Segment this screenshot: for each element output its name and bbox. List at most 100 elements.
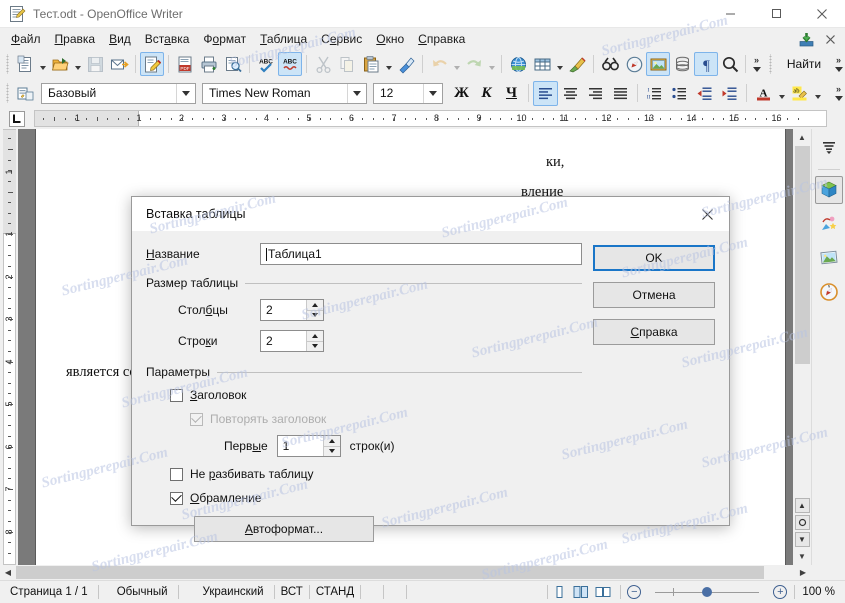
horizontal-scroll-thumb[interactable] — [16, 566, 764, 579]
apply-style-icon[interactable] — [13, 81, 37, 105]
toolbar-overflow-icon[interactable]: » — [750, 51, 763, 77]
sidebar-properties-icon[interactable] — [814, 176, 843, 204]
menu-table[interactable]: Таблица — [253, 30, 314, 48]
multi-page-view-icon[interactable] — [570, 583, 592, 601]
export-pdf-icon[interactable]: PDF — [173, 52, 197, 76]
undo-icon[interactable] — [427, 52, 451, 76]
scroll-left-button[interactable]: ◀ — [0, 566, 16, 580]
increase-indent-icon[interactable] — [717, 81, 742, 106]
font-size-dropdown-icon[interactable] — [423, 83, 442, 103]
vertical-ruler[interactable]: 112345678 — [0, 129, 18, 565]
font-name-dropdown-icon[interactable] — [347, 83, 366, 103]
open-document-dropdown-icon[interactable] — [72, 52, 83, 76]
save-document-icon[interactable] — [83, 52, 107, 76]
scroll-right-button[interactable]: ▶ — [795, 566, 811, 580]
first-rows-stepper[interactable]: 1 — [276, 435, 341, 457]
insert-image-icon[interactable] — [646, 52, 670, 76]
tab-stop-selector[interactable] — [0, 108, 34, 129]
zoom-slider[interactable] — [647, 583, 767, 601]
email-document-icon[interactable] — [107, 52, 131, 76]
font-color-dropdown-icon[interactable] — [776, 81, 787, 105]
data-sources-icon[interactable] — [670, 52, 694, 76]
minimize-button[interactable] — [707, 0, 753, 28]
menu-edit[interactable]: Правка — [48, 30, 103, 48]
dont-split-checkbox[interactable] — [170, 467, 183, 481]
previous-page-button[interactable]: ▲ — [794, 498, 810, 513]
find-replace-icon[interactable] — [598, 52, 622, 76]
paragraph-style-combo[interactable]: Базовый — [41, 82, 196, 104]
vertical-scroll-track[interactable] — [793, 146, 811, 497]
menu-insert[interactable]: Вставка — [138, 30, 197, 48]
horizontal-scrollbar[interactable]: ◀ ▶ — [0, 565, 845, 580]
autospellcheck-icon[interactable]: ABC — [278, 52, 302, 76]
font-size-combo[interactable]: 12 — [373, 82, 443, 104]
clone-formatting-icon[interactable] — [394, 52, 418, 76]
first-rows-increment-button[interactable] — [323, 436, 340, 447]
maximize-button[interactable] — [753, 0, 799, 28]
rows-decrement-button[interactable] — [307, 341, 323, 351]
save-document-indicator-icon[interactable] — [795, 29, 817, 49]
table-name-input[interactable]: Таблица1 — [260, 243, 582, 265]
border-checkbox-row[interactable]: Обрамление — [170, 491, 582, 505]
edit-mode-icon[interactable] — [140, 52, 164, 76]
underline-button[interactable]: Ч — [499, 81, 524, 106]
spelling-icon[interactable]: ABC — [254, 52, 278, 76]
status-document-modified[interactable] — [361, 581, 383, 603]
sidebar-gallery-icon[interactable] — [815, 244, 843, 272]
unordered-list-icon[interactable] — [667, 81, 692, 106]
zoom-icon[interactable] — [718, 52, 742, 76]
menu-format[interactable]: Формат — [196, 30, 253, 48]
close-document-button[interactable] — [819, 29, 841, 49]
scroll-down-button[interactable]: ▼ — [794, 548, 811, 565]
paste-dropdown-icon[interactable] — [383, 52, 394, 76]
insert-table-icon[interactable] — [530, 52, 554, 76]
navigator-icon[interactable] — [622, 52, 646, 76]
zoom-out-button[interactable]: − — [627, 585, 642, 599]
italic-button[interactable]: К — [474, 81, 499, 106]
hyperlink-icon[interactable] — [506, 52, 530, 76]
dialog-close-icon[interactable] — [685, 197, 729, 231]
print-icon[interactable] — [197, 52, 221, 76]
status-zoom-level[interactable]: 100 % — [802, 581, 845, 603]
rows-stepper[interactable]: 2 — [260, 330, 324, 352]
redo-dropdown-icon[interactable] — [486, 52, 497, 76]
heading-checkbox-row[interactable]: Заголовок — [170, 388, 582, 402]
align-right-icon[interactable] — [583, 81, 608, 106]
paste-icon[interactable] — [359, 52, 383, 76]
book-view-icon[interactable] — [592, 583, 614, 601]
scroll-up-button[interactable]: ▲ — [794, 129, 811, 146]
border-checkbox[interactable] — [170, 491, 183, 505]
horizontal-ruler[interactable]: 112345678910111213141516 — [34, 110, 827, 127]
ok-button[interactable]: OK — [593, 245, 715, 271]
help-button[interactable]: Справка — [593, 319, 715, 345]
copy-icon[interactable] — [335, 52, 359, 76]
single-page-view-icon[interactable] — [548, 583, 570, 601]
navigation-target-button[interactable] — [794, 515, 810, 530]
columns-stepper[interactable]: 2 — [260, 299, 324, 321]
find-toolbar-overflow-icon[interactable]: » — [832, 51, 845, 77]
formatting-marks-icon[interactable]: ¶ — [694, 52, 718, 76]
sidebar-styles-icon[interactable] — [815, 210, 843, 238]
print-preview-icon[interactable] — [221, 52, 245, 76]
redo-icon[interactable] — [462, 52, 486, 76]
undo-dropdown-icon[interactable] — [451, 52, 462, 76]
vertical-scrollbar[interactable]: ▲ ▲ ▼ ▼ — [793, 129, 811, 565]
menu-help[interactable]: Справка — [411, 30, 472, 48]
menu-file[interactable]: ФФайлайл — [4, 30, 48, 48]
align-left-icon[interactable] — [533, 80, 558, 106]
align-justify-icon[interactable] — [608, 81, 633, 106]
formatting-overflow-icon[interactable]: » — [832, 80, 845, 106]
align-center-icon[interactable] — [558, 81, 583, 106]
font-color-icon[interactable]: A — [751, 81, 776, 106]
zoom-slider-knob[interactable] — [702, 587, 713, 597]
next-page-button[interactable]: ▼ — [794, 532, 810, 547]
rows-increment-button[interactable] — [307, 331, 323, 342]
insert-table-dialog[interactable]: Вставка таблицы Название Таблица1 Размер… — [131, 196, 730, 542]
menu-tools[interactable]: Сервис — [314, 30, 369, 48]
status-page-number[interactable]: Страница 1 / 1 — [0, 581, 98, 603]
toolbar-grip[interactable] — [4, 54, 11, 74]
repeat-heading-checkbox-row[interactable]: Повторять заголовок — [190, 412, 582, 426]
open-document-icon[interactable] — [48, 52, 72, 76]
status-digital-signature[interactable] — [384, 581, 406, 603]
columns-increment-button[interactable] — [307, 300, 323, 311]
